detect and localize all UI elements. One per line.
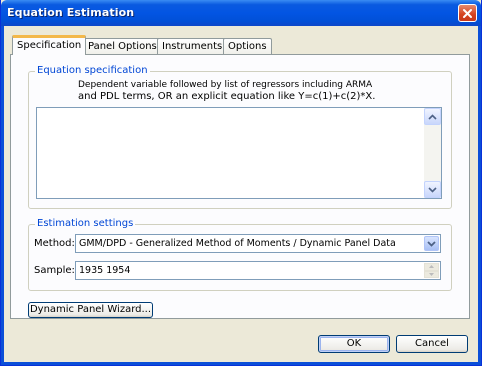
- triangle-up-icon: [429, 265, 434, 269]
- equation-spec-textarea[interactable]: [36, 107, 442, 199]
- dynamic-panel-wizard-button[interactable]: Dynamic Panel Wizard...: [28, 302, 153, 318]
- method-dropdown[interactable]: GMM/DPD - Generalized Method of Moments …: [75, 234, 441, 253]
- tab-instruments[interactable]: Instruments: [157, 38, 228, 54]
- window-frame-right: [478, 26, 481, 364]
- close-button[interactable]: [458, 4, 477, 22]
- chevron-down-icon: [427, 240, 436, 247]
- tab-panel-options[interactable]: Panel Options: [83, 38, 162, 54]
- window-frame-left: [1, 26, 4, 364]
- scroll-up-button[interactable]: [424, 108, 441, 125]
- triangle-down-icon: [429, 272, 434, 276]
- equation-spec-hint-line2: and PDL terms, OR an explicit equation l…: [78, 91, 376, 102]
- spin-down-button[interactable]: [424, 270, 439, 278]
- equation-spec-legend: Equation specification: [35, 65, 150, 76]
- sample-input[interactable]: 1935 1954: [75, 261, 441, 280]
- sample-spinner[interactable]: [424, 263, 439, 278]
- spin-up-button[interactable]: [424, 263, 439, 271]
- equation-spec-hint-line1: Dependent variable followed by list of r…: [78, 80, 373, 90]
- title-bar[interactable]: Equation Estimation: [1, 0, 481, 26]
- scroll-down-button[interactable]: [424, 181, 441, 198]
- sample-value: 1935 1954: [79, 265, 131, 276]
- window-frame-bottom: [1, 362, 481, 365]
- method-selected-value: GMM/DPD - Generalized Method of Moments …: [79, 238, 396, 249]
- textarea-vertical-scrollbar[interactable]: [424, 108, 441, 198]
- method-dropdown-toggle[interactable]: [424, 236, 439, 251]
- sample-label: Sample:: [34, 265, 75, 276]
- cancel-button[interactable]: Cancel: [396, 335, 468, 353]
- estimation-settings-legend: Estimation settings: [35, 218, 136, 229]
- ok-button[interactable]: OK: [318, 335, 390, 353]
- window-title: Equation Estimation: [7, 6, 135, 19]
- tab-specification[interactable]: Specification: [12, 35, 87, 55]
- tab-options[interactable]: Options: [223, 38, 272, 54]
- chevron-up-icon: [428, 113, 437, 120]
- chevron-down-icon: [428, 186, 437, 193]
- close-icon: [463, 8, 472, 18]
- method-label: Method:: [34, 238, 75, 249]
